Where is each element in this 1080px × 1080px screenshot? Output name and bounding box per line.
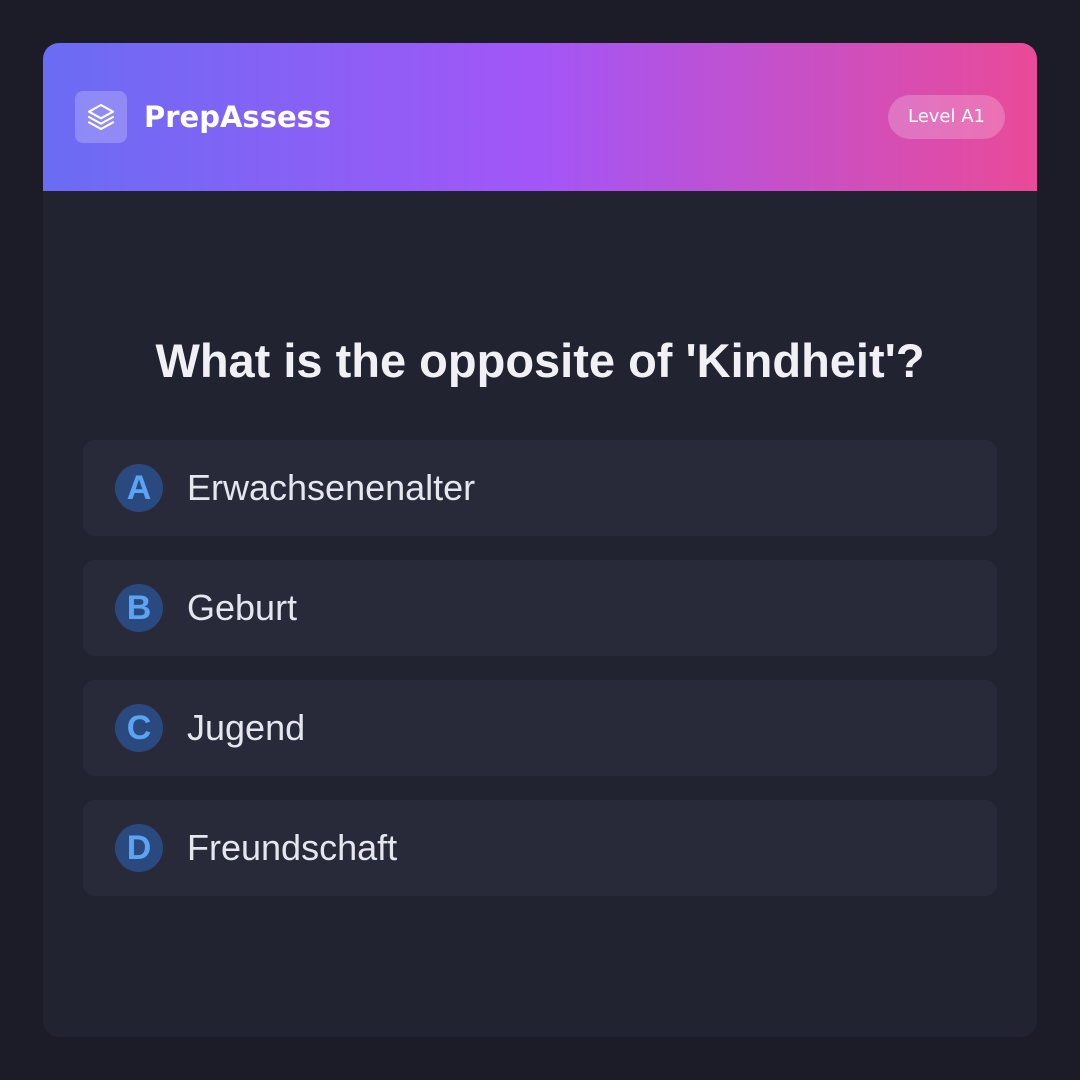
quiz-card: PrepAssess Level A1 What is the opposite… <box>43 43 1037 1037</box>
header: PrepAssess Level A1 <box>43 43 1037 191</box>
option-label: Erwachsenenalter <box>187 467 476 508</box>
option-letter: B <box>115 584 163 632</box>
brand-name: PrepAssess <box>144 100 332 134</box>
option-label: Freundschaft <box>187 827 398 868</box>
option-a[interactable]: A Erwachsenenalter <box>83 440 997 536</box>
option-label: Geburt <box>187 587 298 628</box>
option-d[interactable]: D Freundschaft <box>83 800 997 896</box>
question-text: What is the opposite of 'Kindheit'? <box>155 334 925 387</box>
option-letter: A <box>115 464 163 512</box>
option-b[interactable]: B Geburt <box>83 560 997 656</box>
level-badge: Level A1 <box>887 95 1005 139</box>
option-letter: D <box>115 824 163 872</box>
option-letter: C <box>115 704 163 752</box>
logo <box>75 91 127 143</box>
option-label: Jugend <box>187 707 306 748</box>
layers-icon <box>87 103 115 131</box>
option-c[interactable]: C Jugend <box>83 680 997 776</box>
